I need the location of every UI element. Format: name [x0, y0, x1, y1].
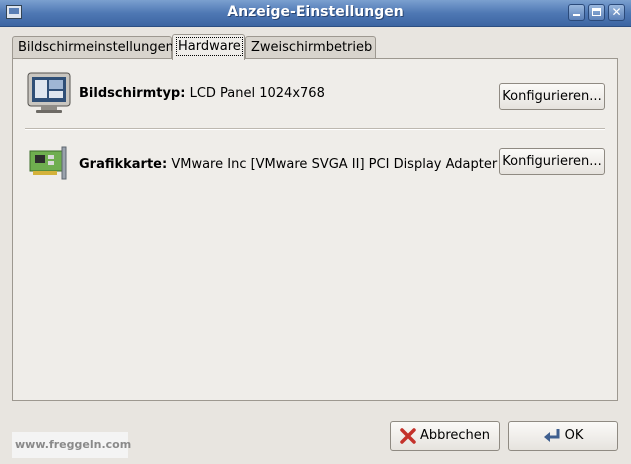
ok-enter-icon: [543, 428, 560, 442]
graphics-card-icon: [29, 146, 67, 180]
monitor-row: Bildschirmtyp: LCD Panel 1024x768 Konfig…: [13, 72, 617, 116]
tab-label: Bildschirmeinstellungen: [18, 40, 174, 55]
tab-hardware[interactable]: Hardware: [172, 34, 245, 60]
configure-graphics-button[interactable]: Konfigurieren...: [499, 148, 605, 175]
tab-bildschirmeinstellungen[interactable]: Bildschirmeinstellungen: [12, 36, 174, 58]
graphics-label: Grafikkarte: VMware Inc [VMware SVGA II]…: [79, 157, 497, 172]
hardware-panel: Bildschirmtyp: LCD Panel 1024x768 Konfig…: [12, 58, 618, 401]
graphics-card-label: Grafikkarte:: [79, 157, 168, 172]
minimize-button[interactable]: [568, 4, 585, 21]
tab-label: Hardware: [176, 37, 243, 56]
tab-label: Zweischirmbetrieb: [251, 40, 373, 55]
watermark: www.freggeln.com: [12, 432, 131, 458]
close-button[interactable]: ✕: [608, 4, 625, 21]
cancel-x-icon: [400, 427, 416, 444]
separator: [25, 128, 605, 130]
tab-zweischirmbetrieb[interactable]: Zweischirmbetrieb: [245, 36, 376, 58]
cancel-label: Abbrechen: [419, 428, 491, 443]
monitor-label: Bildschirmtyp: LCD Panel 1024x768: [79, 86, 325, 101]
monitor-icon: [27, 72, 71, 113]
maximize-button[interactable]: [588, 4, 605, 21]
window-title: Anzeige-Einstellungen: [227, 4, 404, 20]
title-bar[interactable]: Anzeige-Einstellungen ✕: [0, 0, 631, 27]
cancel-button[interactable]: Abbrechen: [390, 421, 500, 451]
ok-button[interactable]: OK: [508, 421, 618, 451]
monitor-type-label: Bildschirmtyp:: [79, 86, 186, 101]
configure-monitor-button[interactable]: Konfigurieren...: [499, 83, 605, 110]
ok-label: OK: [564, 428, 584, 443]
monitor-type-value: LCD Panel 1024x768: [189, 86, 325, 101]
graphics-card-value: VMware Inc [VMware SVGA II] PCI Display …: [171, 157, 498, 172]
graphics-row: Grafikkarte: VMware Inc [VMware SVGA II]…: [13, 143, 617, 187]
